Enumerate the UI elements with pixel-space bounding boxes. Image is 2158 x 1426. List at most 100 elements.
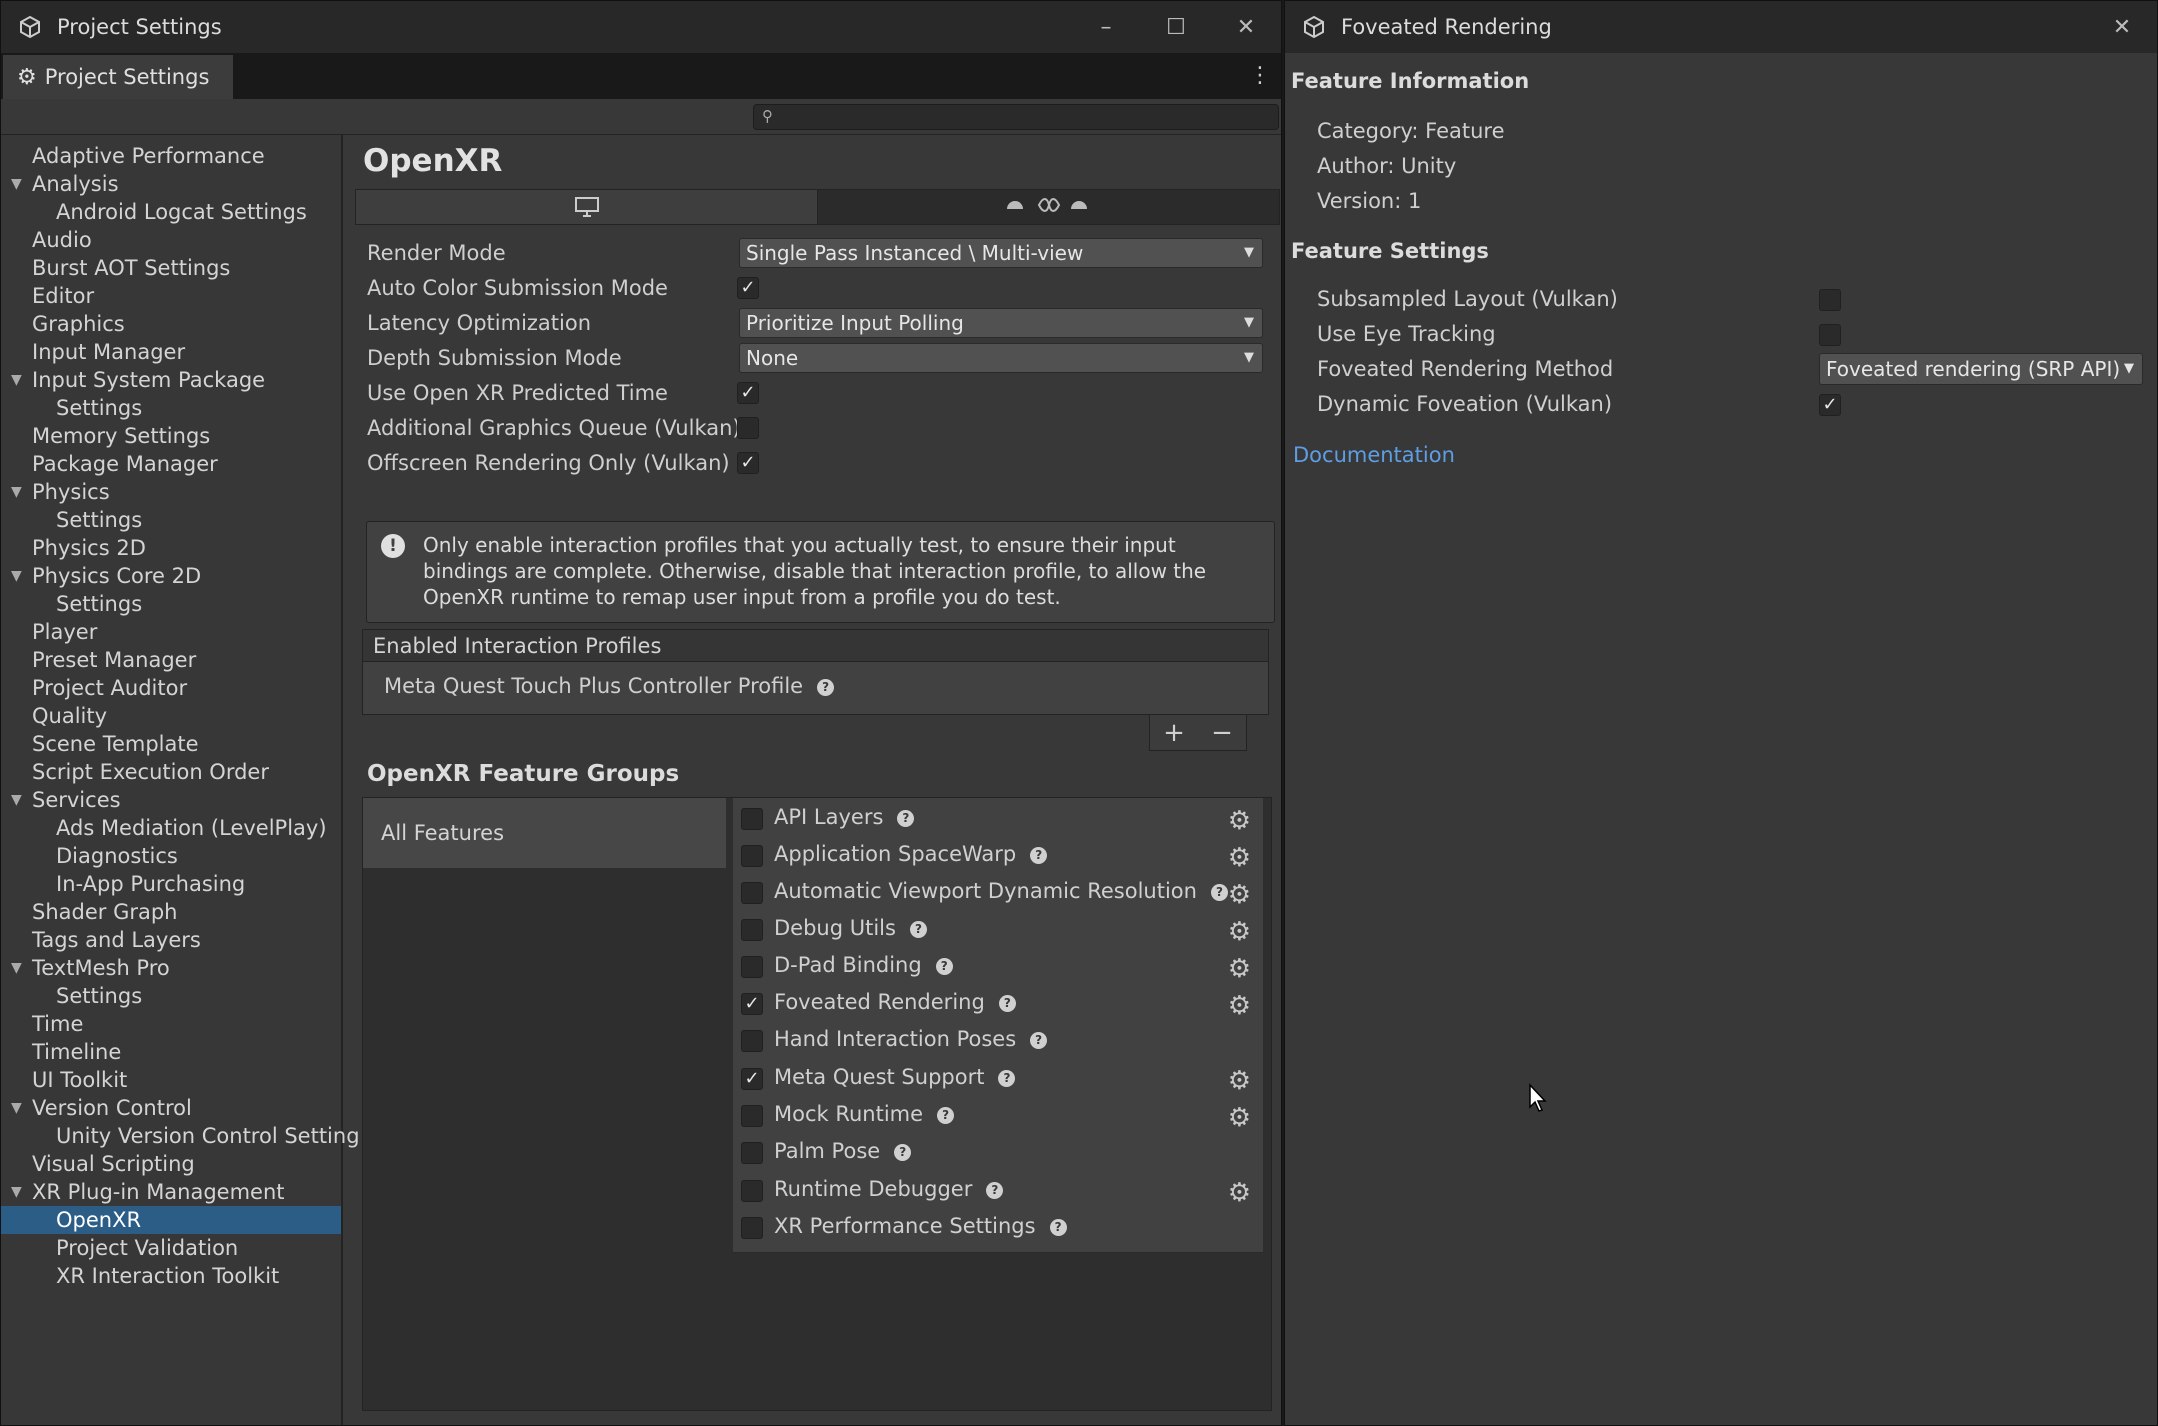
depth-dropdown[interactable]: None ▼: [739, 343, 1263, 373]
sidebar-item[interactable]: XR Interaction Toolkit: [1, 1262, 341, 1290]
sidebar-item[interactable]: Visual Scripting: [1, 1150, 341, 1178]
feature-checkbox[interactable]: [741, 1105, 763, 1127]
sidebar-item[interactable]: Script Execution Order: [1, 758, 341, 786]
expand-triangle-icon[interactable]: ▼: [11, 170, 22, 198]
gear-icon[interactable]: ⚙: [1228, 880, 1251, 910]
expand-triangle-icon[interactable]: ▼: [11, 1178, 22, 1206]
predicted-time-checkbox[interactable]: ✓: [737, 382, 759, 404]
method-dropdown[interactable]: Foveated rendering (SRP API) ▼: [1819, 353, 2143, 385]
auto-color-checkbox[interactable]: ✓: [737, 277, 759, 299]
sidebar-item[interactable]: Diagnostics: [1, 842, 341, 870]
feature-checkbox[interactable]: [741, 845, 763, 867]
help-icon[interactable]: ?: [998, 1070, 1016, 1087]
search-input[interactable]: ⚲: [753, 104, 1279, 130]
help-icon[interactable]: ?: [1049, 1219, 1067, 1236]
sidebar-item[interactable]: Project Auditor: [1, 674, 341, 702]
gear-icon[interactable]: ⚙: [1228, 917, 1251, 947]
sidebar-item[interactable]: Ads Mediation (LevelPlay): [1, 814, 341, 842]
sidebar-item[interactable]: Audio: [1, 226, 341, 254]
gear-icon[interactable]: ⚙: [1228, 806, 1251, 836]
more-options-icon[interactable]: ⋮: [1249, 63, 1271, 88]
sidebar-item[interactable]: ▼ Physics: [1, 478, 341, 506]
sidebar-item[interactable]: Scene Template: [1, 730, 341, 758]
expand-triangle-icon[interactable]: ▼: [11, 786, 22, 814]
eye-tracking-checkbox[interactable]: [1819, 324, 1841, 346]
minimize-icon[interactable]: –: [1071, 1, 1141, 53]
expand-triangle-icon[interactable]: ▼: [11, 562, 22, 590]
help-icon[interactable]: ?: [1030, 1032, 1048, 1049]
sidebar-item[interactable]: Shader Graph: [1, 898, 341, 926]
gear-icon[interactable]: ⚙: [1228, 991, 1251, 1021]
help-icon[interactable]: ?: [998, 995, 1016, 1012]
close-icon[interactable]: ✕: [1211, 1, 1281, 53]
expand-triangle-icon[interactable]: ▼: [11, 478, 22, 506]
graphics-queue-checkbox[interactable]: [737, 417, 759, 439]
gear-icon[interactable]: ⚙: [1228, 1066, 1251, 1096]
tab-android-meta[interactable]: [818, 190, 1279, 224]
sidebar-item[interactable]: Adaptive Performance: [1, 142, 341, 170]
sidebar-item[interactable]: Settings: [1, 982, 341, 1010]
sidebar-item[interactable]: ▼ Input System Package: [1, 366, 341, 394]
sidebar-item[interactable]: Unity Version Control Setting: [1, 1122, 360, 1150]
help-icon[interactable]: ?: [1210, 884, 1228, 901]
help-icon[interactable]: ?: [937, 1107, 955, 1124]
sidebar-item[interactable]: Time: [1, 1010, 341, 1038]
sidebar-item[interactable]: Timeline: [1, 1038, 341, 1066]
tab-desktop[interactable]: [356, 190, 818, 224]
render-mode-dropdown[interactable]: Single Pass Instanced \ Multi-view ▼: [739, 238, 1263, 268]
gear-icon[interactable]: ⚙: [1228, 954, 1251, 984]
sidebar-item[interactable]: Package Manager: [1, 450, 341, 478]
help-icon[interactable]: ?: [1030, 847, 1048, 864]
feature-checkbox[interactable]: [741, 1217, 763, 1239]
sidebar-item[interactable]: Project Validation: [1, 1234, 341, 1262]
sidebar-item[interactable]: Tags and Layers: [1, 926, 341, 954]
feature-checkbox[interactable]: ✓: [741, 1068, 763, 1090]
maximize-icon[interactable]: ☐: [1141, 1, 1211, 53]
add-button[interactable]: +: [1163, 718, 1185, 748]
sidebar-item[interactable]: Quality: [1, 702, 341, 730]
gear-icon[interactable]: ⚙: [1228, 1178, 1251, 1208]
gear-icon[interactable]: ⚙: [1228, 843, 1251, 873]
remove-button[interactable]: −: [1211, 718, 1233, 748]
feature-checkbox[interactable]: [741, 808, 763, 830]
sidebar-item[interactable]: Preset Manager: [1, 646, 341, 674]
feature-checkbox[interactable]: [741, 1030, 763, 1052]
subsampled-checkbox[interactable]: [1819, 289, 1841, 311]
feature-checkbox[interactable]: ✓: [741, 993, 763, 1015]
close-icon[interactable]: ✕: [2087, 1, 2157, 53]
sidebar-item[interactable]: Settings: [1, 590, 341, 618]
sidebar-item[interactable]: OpenXR: [1, 1206, 341, 1234]
documentation-link[interactable]: Documentation: [1293, 443, 1455, 467]
expand-triangle-icon[interactable]: ▼: [11, 366, 22, 394]
gear-icon[interactable]: ⚙: [1228, 1103, 1251, 1133]
feature-checkbox[interactable]: [741, 956, 763, 978]
sidebar-item[interactable]: ▼ Version Control: [1, 1094, 341, 1122]
title-bar[interactable]: Foveated Rendering: [1285, 1, 2157, 53]
sidebar-item[interactable]: UI Toolkit: [1, 1066, 341, 1094]
sidebar-item[interactable]: ▼ TextMesh Pro: [1, 954, 341, 982]
sidebar-item[interactable]: Graphics: [1, 310, 341, 338]
sidebar-item[interactable]: Physics 2D: [1, 534, 341, 562]
sidebar-item[interactable]: Player: [1, 618, 341, 646]
sidebar-item[interactable]: Android Logcat Settings: [1, 198, 341, 226]
help-icon[interactable]: ?: [935, 958, 953, 975]
help-icon[interactable]: ?: [986, 1182, 1004, 1199]
feature-checkbox[interactable]: [741, 882, 763, 904]
dynamic-foveation-checkbox[interactable]: ✓: [1819, 394, 1841, 416]
expand-triangle-icon[interactable]: ▼: [11, 954, 22, 982]
sidebar-item[interactable]: ▼ Services: [1, 786, 341, 814]
sidebar-item[interactable]: Editor: [1, 282, 341, 310]
sidebar-item[interactable]: ▼ Physics Core 2D: [1, 562, 341, 590]
sidebar-item[interactable]: Settings: [1, 506, 341, 534]
help-icon[interactable]: ?: [897, 810, 915, 827]
sidebar-item[interactable]: In-App Purchasing: [1, 870, 341, 898]
offscreen-checkbox[interactable]: ✓: [737, 452, 759, 474]
expand-triangle-icon[interactable]: ▼: [11, 1094, 22, 1122]
feature-checkbox[interactable]: [741, 1142, 763, 1164]
sidebar-item[interactable]: Memory Settings: [1, 422, 341, 450]
help-icon[interactable]: ?: [894, 1144, 912, 1161]
help-icon[interactable]: ?: [909, 921, 927, 938]
latency-dropdown[interactable]: Prioritize Input Polling ▼: [739, 308, 1263, 338]
feature-checkbox[interactable]: [741, 919, 763, 941]
help-icon[interactable]: ?: [817, 679, 835, 696]
